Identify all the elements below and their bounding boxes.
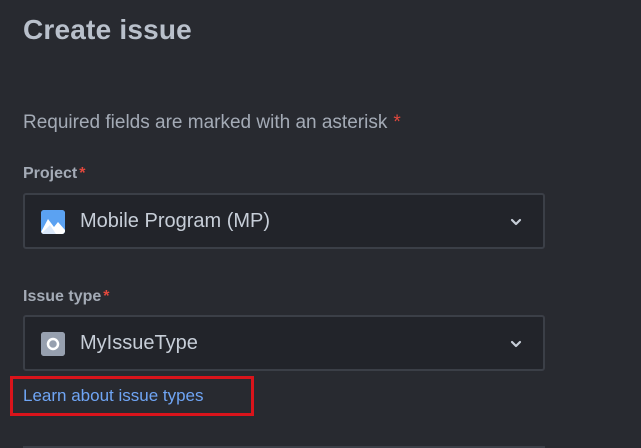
project-avatar-icon	[41, 210, 65, 234]
issue-type-select[interactable]: MyIssueType	[23, 315, 545, 371]
project-select[interactable]: Mobile Program (MP)	[23, 193, 545, 249]
issue-type-label: Issue type *	[23, 288, 110, 306]
project-label-text: Project	[23, 165, 78, 182]
project-required-asterisk: *	[79, 165, 86, 182]
required-asterisk: *	[393, 112, 401, 133]
issue-type-icon	[41, 332, 65, 356]
dialog-title: Create issue	[23, 14, 192, 45]
chevron-down-icon	[509, 337, 523, 351]
learn-about-issue-types-link[interactable]: Learn about issue types	[23, 386, 204, 406]
chevron-down-icon	[509, 215, 523, 229]
project-select-value: Mobile Program (MP)	[80, 210, 271, 232]
create-issue-dialog: Create issue Required fields are marked …	[0, 0, 641, 448]
required-fields-note: Required fields are marked with an aster…	[23, 112, 401, 134]
issue-type-label-text: Issue type	[23, 288, 102, 305]
required-note-text: Required fields are marked with an aster…	[23, 112, 388, 133]
issue-type-select-value: MyIssueType	[80, 332, 198, 354]
project-label: Project *	[23, 165, 85, 183]
issue-type-required-asterisk: *	[103, 288, 110, 305]
